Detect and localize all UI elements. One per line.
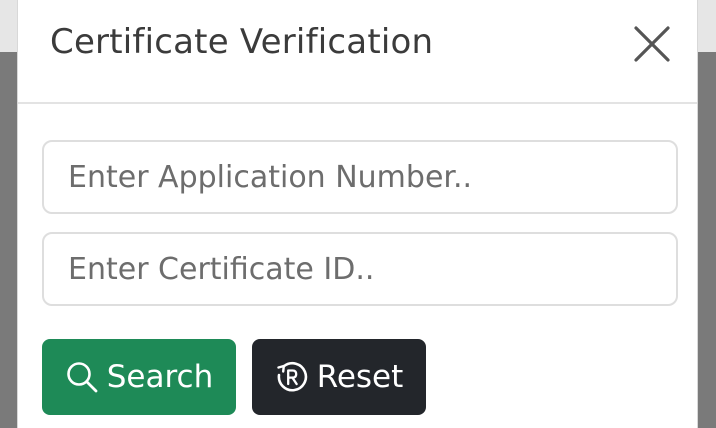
modal-header: Certificate Verification	[18, 0, 697, 104]
application-number-input[interactable]	[42, 140, 678, 214]
reset-icon	[275, 360, 309, 394]
search-button[interactable]: Search	[42, 339, 236, 415]
close-icon	[634, 26, 670, 62]
modal-title: Certificate Verification	[50, 22, 434, 62]
certificate-id-input[interactable]	[42, 232, 678, 306]
close-button[interactable]	[630, 22, 674, 66]
certificate-verification-modal: Certificate Verification Search	[17, 0, 698, 428]
reset-button[interactable]: Reset	[252, 339, 426, 415]
modal-body: Search Reset	[18, 104, 697, 428]
reset-button-label: Reset	[316, 359, 404, 395]
search-icon	[65, 360, 99, 394]
search-button-label: Search	[106, 359, 214, 395]
